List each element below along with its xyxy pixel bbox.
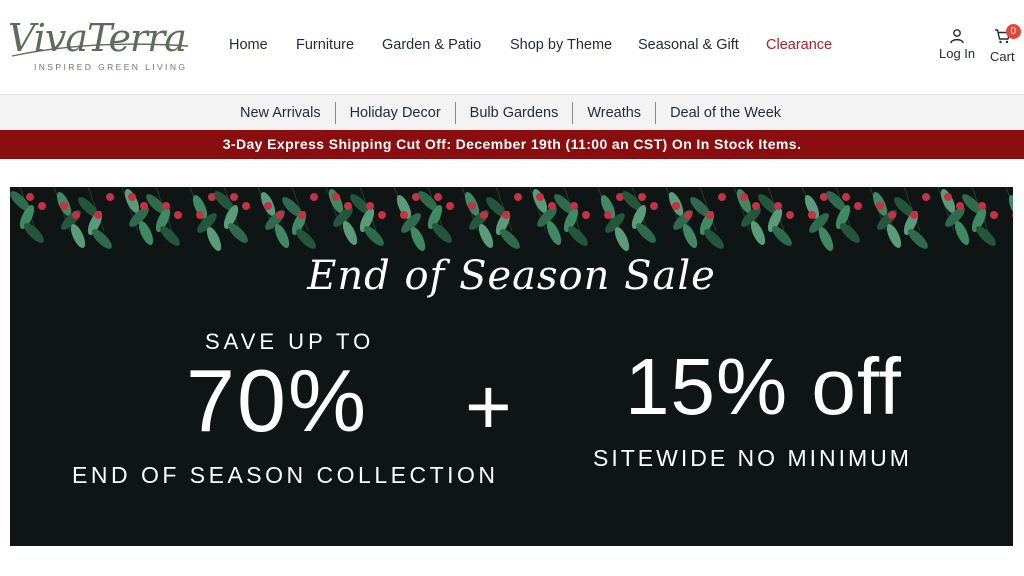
subnav-new-arrivals[interactable]: New Arrivals	[226, 105, 335, 121]
login-label: Log In	[939, 46, 976, 61]
user-icon	[950, 29, 964, 44]
cart-count-badge: 0	[1005, 24, 1021, 39]
shipping-promo-bar[interactable]: 3-Day Express Shipping Cut Off: December…	[0, 130, 1024, 159]
logo-tagline: INSPIRED GREEN LIVING	[34, 62, 188, 72]
subnav-deal-of-the-week[interactable]: Deal of the Week	[656, 105, 795, 121]
site-header: VivaTerra INSPIRED GREEN LIVING Home Fur…	[0, 0, 1024, 94]
hero-percent-left: 70%	[186, 351, 369, 450]
subnav-bulb-gardens[interactable]: Bulb Gardens	[456, 105, 573, 121]
cart-button[interactable]: 0 Cart	[990, 24, 1021, 64]
hero-banner[interactable]: End of Season Sale SAVE UP TO 70% END OF…	[10, 187, 1013, 546]
nav-home[interactable]: Home	[229, 37, 268, 53]
cart-label: Cart	[990, 49, 1015, 64]
logo-swash-icon	[11, 43, 189, 57]
hero-right-caption: SITEWIDE NO MINIMUM	[593, 445, 912, 471]
hero-script-title: End of Season Sale	[307, 253, 716, 299]
nav-garden-patio[interactable]: Garden & Patio	[382, 37, 481, 53]
hero-left-caption: END OF SEASON COLLECTION	[72, 462, 499, 488]
nav-shop-by-theme[interactable]: Shop by Theme	[510, 37, 612, 53]
nav-furniture[interactable]: Furniture	[296, 37, 354, 53]
logo[interactable]: VivaTerra INSPIRED GREEN LIVING	[8, 16, 193, 78]
login-button[interactable]: Log In	[939, 28, 975, 61]
subnav-holiday-decor[interactable]: Holiday Decor	[336, 105, 455, 121]
secondary-nav: New Arrivals Holiday Decor Bulb Gardens …	[0, 94, 1024, 130]
nav-clearance[interactable]: Clearance	[766, 37, 832, 53]
hero-percent-right: 15% off	[625, 342, 902, 431]
subnav-wreaths[interactable]: Wreaths	[573, 105, 655, 121]
nav-seasonal-gift[interactable]: Seasonal & Gift	[638, 37, 739, 53]
hero-plus-sign: +	[465, 362, 512, 451]
